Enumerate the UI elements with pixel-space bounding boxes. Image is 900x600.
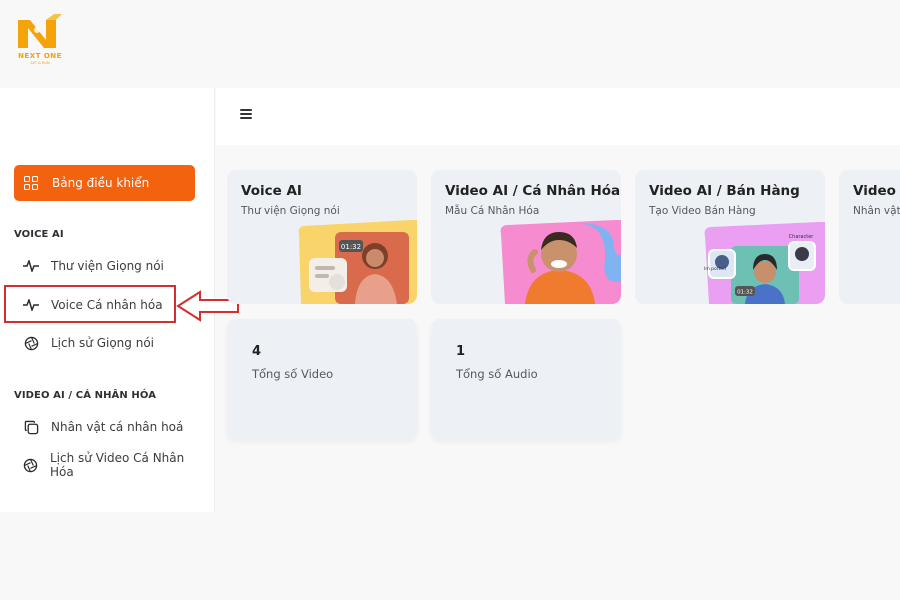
card-subtitle: Thư viện Giọng nói: [241, 205, 340, 217]
video-personalize-illustration: [500, 220, 621, 304]
sidebar-item-video-history[interactable]: Lịch sử Video Cá Nhân Hóa: [14, 451, 200, 479]
character-tag: Character: [789, 234, 815, 240]
sidebar-item-personal-characters[interactable]: Nhân vật cá nhân hoá: [14, 413, 200, 441]
card-title: Voice AI: [241, 183, 302, 199]
card-title: Video A: [853, 183, 900, 199]
duration-badge: 01:32: [737, 290, 753, 296]
menu-toggle-icon[interactable]: [240, 107, 254, 123]
sidebar-item-dashboard[interactable]: Bảng điều khiển: [14, 165, 195, 201]
card-video-personalize[interactable]: Video AI / Cá Nhân Hóa Mẫu Cá Nhân Hóa: [431, 170, 621, 304]
highlight-box: [4, 285, 176, 323]
stat-total-video: 4 Tổng số Video: [227, 319, 417, 440]
card-subtitle: Nhân vật p: [853, 205, 900, 217]
voice-illustration: 01:32: [298, 220, 417, 304]
copy-icon: [23, 419, 39, 435]
top-bar: [216, 88, 900, 145]
card-voice-ai[interactable]: Voice AI Thư viện Giọng nói 01:32: [227, 170, 417, 304]
stat-label: Tổng số Audio: [456, 367, 538, 381]
stat-value: 4: [252, 344, 262, 359]
sidebar-item-voice-history[interactable]: Lịch sử Giọng nói: [14, 329, 200, 357]
card-video-sales[interactable]: Video AI / Bán Hàng Tạo Video Bán Hàng 0…: [635, 170, 825, 304]
aperture-icon: [23, 457, 38, 473]
section-title-video-ai: VIDEO AI / CÁ NHÂN HÓA: [14, 390, 157, 401]
sidebar-item-voice-library[interactable]: Thư viện Giọng nói: [14, 252, 200, 280]
imported-tag: Im ported: [704, 266, 726, 272]
card-video-character[interactable]: Video A Nhân vật p: [839, 170, 900, 304]
aperture-icon: [23, 335, 39, 351]
section-title-voice-ai: VOICE AI: [14, 229, 64, 240]
sidebar-item-label: Lịch sử Video Cá Nhân Hóa: [50, 451, 185, 479]
stat-total-audio: 1 Tổng số Audio: [431, 319, 621, 440]
card-subtitle: Mẫu Cá Nhân Hóa: [445, 205, 540, 217]
card-title: Video AI / Cá Nhân Hóa: [445, 183, 621, 199]
card-title: Video AI / Bán Hàng: [649, 183, 800, 199]
waveform-icon: [23, 258, 39, 274]
grid-icon: [24, 176, 38, 190]
duration-badge: 01:32: [341, 243, 361, 251]
stat-value: 1: [456, 344, 466, 359]
stat-label: Tổng số Video: [252, 367, 334, 381]
sidebar-item-label: Thư viện Giọng nói: [51, 259, 164, 273]
video-sales-illustration: 01:32 Character Im ported: [704, 222, 825, 304]
sidebar-item-label: Nhân vật cá nhân hoá: [51, 420, 184, 434]
dashboard-label: Bảng điều khiển: [52, 176, 150, 190]
sidebar-item-label: Lịch sử Giọng nói: [51, 336, 155, 350]
brand-logo[interactable]: NEXT ONE SET & RUN: [10, 12, 70, 72]
brand-tagline: SET & RUN: [30, 61, 50, 65]
brand-name: NEXT ONE: [18, 52, 62, 60]
card-subtitle: Tạo Video Bán Hàng: [649, 205, 756, 217]
